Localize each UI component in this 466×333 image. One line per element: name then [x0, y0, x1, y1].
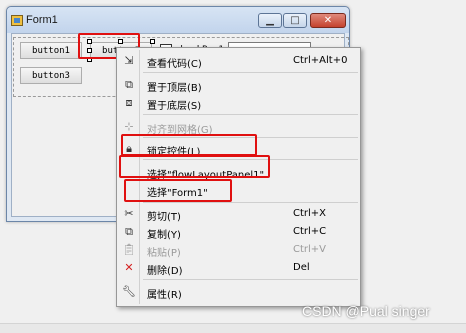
menu-item-delete[interactable]: ✕ 删除(D) Del	[117, 259, 360, 277]
copy-icon: ⧉	[125, 225, 133, 238]
menu-item-label: 删除(D)	[147, 266, 183, 277]
paste-icon: 📋︎	[122, 243, 136, 256]
window-title: Form1	[26, 14, 58, 26]
menu-item-view-code[interactable]: ⇲ 查看代码(C) Ctrl+Alt+0	[117, 52, 360, 70]
send-to-back-icon: ⧈	[125, 96, 133, 109]
menu-item-label: 置于顶层(B)	[147, 83, 202, 94]
bring-to-front-icon: ⧉	[125, 78, 133, 91]
align-grid-icon: ⊹	[124, 120, 134, 133]
menu-separator	[143, 114, 358, 115]
menu-item-paste: 📋︎ 粘贴(P) Ctrl+V	[117, 241, 360, 259]
watermark: CSDN @Pual singer	[302, 303, 430, 319]
title-bar[interactable]: Form1 ▁ □ ✕	[7, 7, 349, 33]
menu-item-shortcut: Ctrl+X	[293, 208, 327, 219]
menu-item-label: 复制(Y)	[147, 230, 181, 241]
menu-item-label: 查看代码(C)	[147, 59, 202, 70]
annotation-box	[124, 179, 232, 202]
menu-separator	[143, 279, 358, 280]
form-icon	[11, 15, 23, 26]
minimize-button[interactable]: ▁	[258, 13, 282, 28]
menu-item-shortcut: Del	[293, 262, 310, 273]
close-button[interactable]: ✕	[310, 13, 346, 28]
menu-item-shortcut: Ctrl+V	[293, 244, 327, 255]
menu-item-label: 属性(R)	[147, 290, 182, 301]
menu-item-properties[interactable]: 🔧︎ 属性(R)	[117, 283, 360, 301]
view-code-icon: ⇲	[124, 54, 134, 67]
delete-icon: ✕	[124, 261, 134, 274]
maximize-button[interactable]: □	[283, 13, 307, 28]
menu-separator	[143, 72, 358, 73]
cut-icon: ✂	[124, 207, 134, 220]
menu-item-cut[interactable]: ✂ 剪切(T) Ctrl+X	[117, 205, 360, 223]
menu-item-shortcut: Ctrl+C	[293, 226, 327, 237]
annotation-box	[121, 134, 257, 156]
menu-item-copy[interactable]: ⧉ 复制(Y) Ctrl+C	[117, 223, 360, 241]
menu-item-label: 剪切(T)	[147, 212, 181, 223]
menu-item-bring-to-front[interactable]: ⧉ 置于顶层(B)	[117, 76, 360, 94]
resize-handle[interactable]	[150, 39, 155, 44]
menu-item-send-to-back[interactable]: ⧈ 置于底层(S)	[117, 94, 360, 112]
properties-icon: 🔧︎	[122, 285, 136, 298]
menu-item-label: 置于底层(S)	[147, 101, 202, 112]
annotation-box	[119, 155, 270, 178]
menu-item-shortcut: Ctrl+Alt+0	[293, 55, 348, 66]
button1[interactable]: button1	[20, 42, 82, 59]
button3[interactable]: button3	[20, 67, 82, 84]
menu-separator	[143, 202, 358, 203]
menu-item-label: 粘贴(P)	[147, 248, 181, 259]
